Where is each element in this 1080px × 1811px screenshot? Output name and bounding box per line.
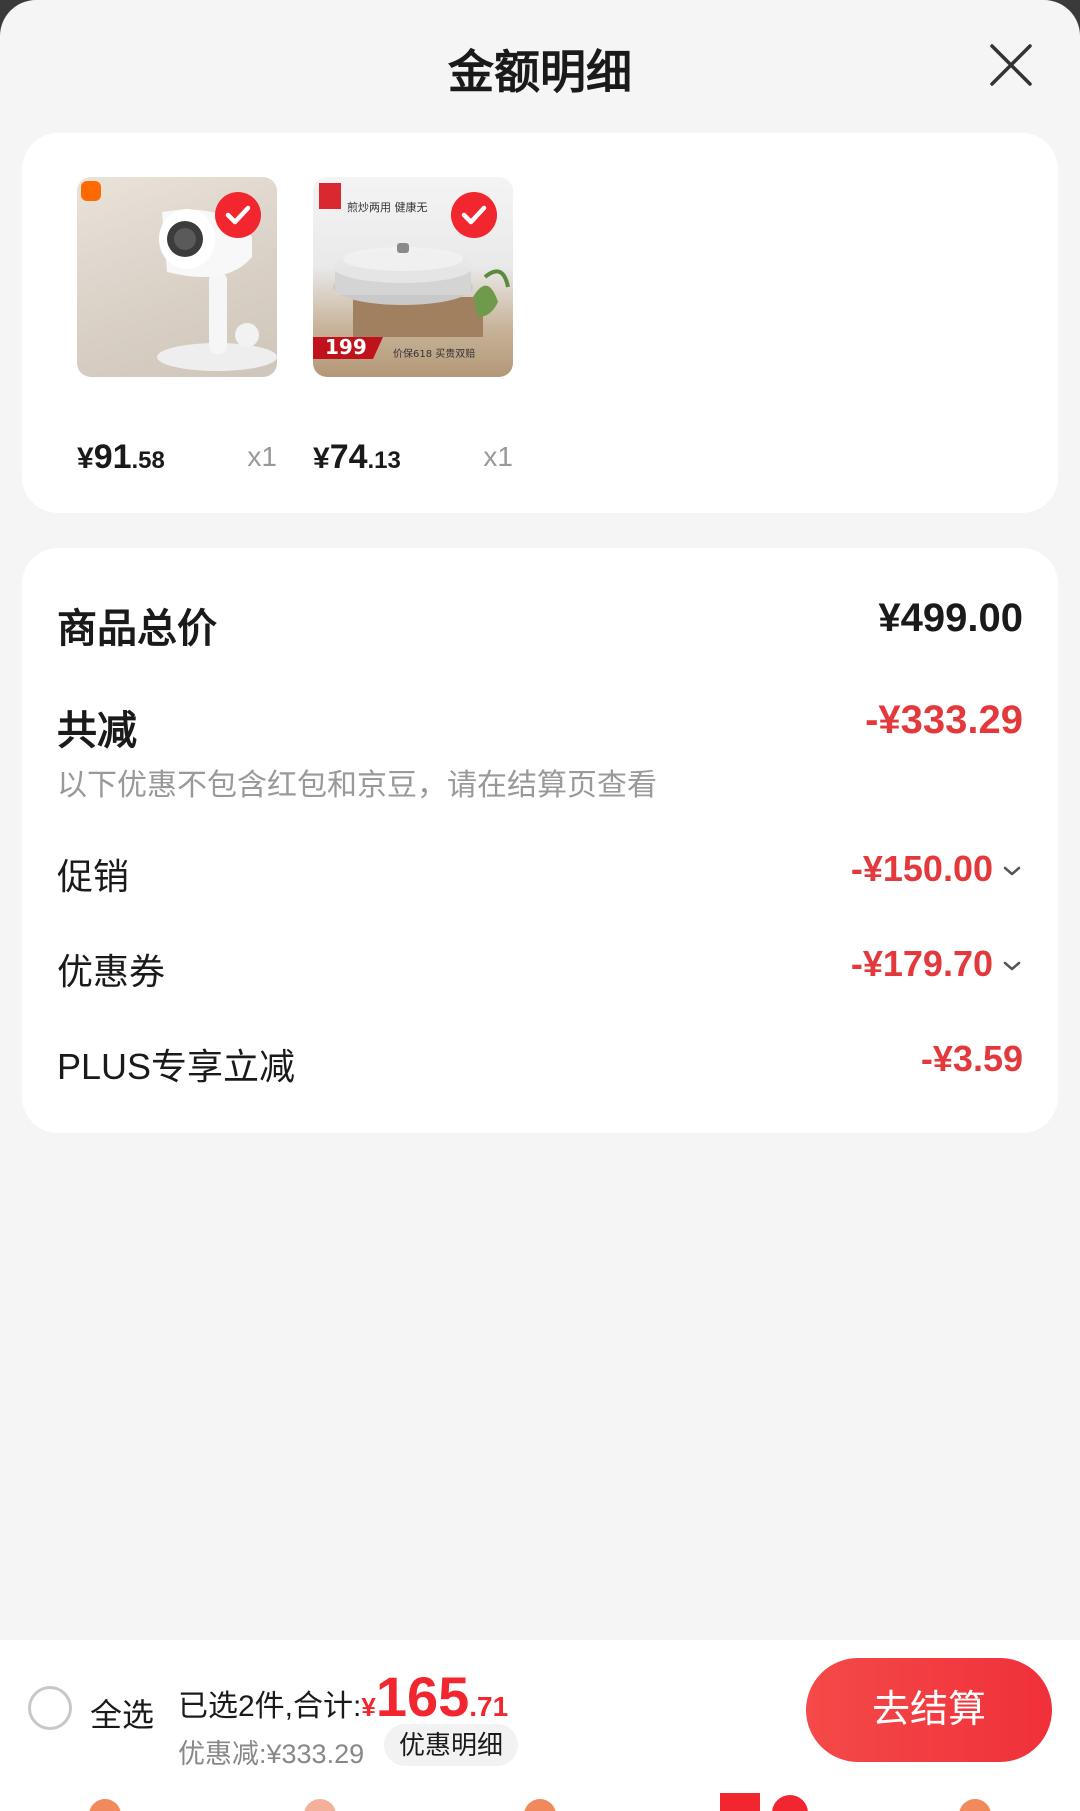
checkout-button[interactable]: 去结算 xyxy=(806,1658,1052,1762)
amount-detail-sheet: 金额明细 ¥91.58 x1 煎炒两用 健康无 199 价保618 买贵双赔 ¥… xyxy=(0,0,1080,1811)
total-price-row: 商品总价 ¥499.00 xyxy=(57,596,1023,651)
svg-text:价保618 买贵双赔: 价保618 买贵双赔 xyxy=(393,347,475,360)
total-reduce-value: -¥333.29 xyxy=(865,698,1023,742)
svg-text:煎炒两用 健康无: 煎炒两用 健康无 xyxy=(347,200,428,214)
coupon-value[interactable]: -¥179.70 xyxy=(851,943,1023,985)
sheet-title: 金额明细 xyxy=(448,46,632,98)
product-thumbnail[interactable] xyxy=(77,177,277,377)
coupon-label: 优惠券 xyxy=(57,951,166,992)
product-price: ¥74.13 xyxy=(313,438,401,476)
product-price-row: ¥91.58 x1 xyxy=(77,427,277,477)
product-item-hair-dryer[interactable]: ¥91.58 x1 xyxy=(77,177,277,476)
select-all-label[interactable]: 全选 xyxy=(90,1690,154,1736)
promotion-label: 促销 xyxy=(57,856,130,897)
product-price: ¥91.58 xyxy=(77,438,165,476)
price-summary-card: 商品总价 ¥499.00 共减 -¥333.29 以下优惠不包含红包和京豆，请在… xyxy=(22,548,1058,1133)
product-price-row: ¥74.13 x1 xyxy=(313,427,513,477)
product-item-cooking-pot[interactable]: 煎炒两用 健康无 199 价保618 买贵双赔 ¥74.13 x1 xyxy=(313,177,513,476)
total-reduce-row: 共减 -¥333.29 xyxy=(57,698,1023,753)
product-thumbnail[interactable]: 煎炒两用 健康无 199 价保618 买贵双赔 xyxy=(313,177,513,377)
discount-summary: 优惠减:¥333.29 xyxy=(178,1739,365,1769)
products-card: ¥91.58 x1 煎炒两用 健康无 199 价保618 买贵双赔 ¥74.13… xyxy=(22,133,1058,513)
coupon-row[interactable]: 优惠券 -¥179.70 xyxy=(57,943,1023,992)
close-icon[interactable] xyxy=(986,40,1036,90)
discount-detail-button[interactable]: 优惠明细 xyxy=(384,1724,518,1766)
total-price-value: ¥499.00 xyxy=(878,596,1023,640)
selected-check-icon[interactable] xyxy=(451,192,497,238)
total-reduce-label: 共减 xyxy=(57,709,137,753)
total-amount-integer: 165 xyxy=(375,1665,470,1728)
chevron-down-icon[interactable] xyxy=(1001,958,1023,974)
total-price-label: 商品总价 xyxy=(57,607,217,651)
reduce-note-row: 以下优惠不包含红包和京豆，请在结算页查看 xyxy=(57,760,1023,802)
promotion-value[interactable]: -¥150.00 xyxy=(851,848,1023,890)
reduce-note: 以下优惠不包含红包和京豆，请在结算页查看 xyxy=(57,769,657,802)
chevron-down-icon[interactable] xyxy=(1001,863,1023,879)
checkout-bar: 全选 已选2件,合计:¥165.71 优惠减:¥333.29 优惠明细 去结算 xyxy=(0,1640,1080,1811)
plus-discount-value: -¥3.59 xyxy=(920,1038,1023,1079)
selected-total: 已选2件,合计:¥165.71 xyxy=(178,1664,508,1729)
total-amount-decimal: .71 xyxy=(469,1691,509,1722)
bottom-nav-peek xyxy=(89,1793,991,1811)
product-quantity: x1 xyxy=(483,441,513,472)
select-all-radio[interactable] xyxy=(28,1686,72,1730)
total-currency: ¥ xyxy=(361,1692,376,1722)
plus-discount-row: PLUS专享立减 -¥3.59 xyxy=(57,1038,1023,1087)
selected-check-icon[interactable] xyxy=(215,192,261,238)
plus-discount-label: PLUS专享立减 xyxy=(57,1046,296,1087)
promotion-row[interactable]: 促销 -¥150.00 xyxy=(57,848,1023,897)
product-quantity: x1 xyxy=(247,441,277,472)
svg-text:199: 199 xyxy=(325,335,367,359)
selected-count-text: 已选2件,合计: xyxy=(178,1690,362,1723)
